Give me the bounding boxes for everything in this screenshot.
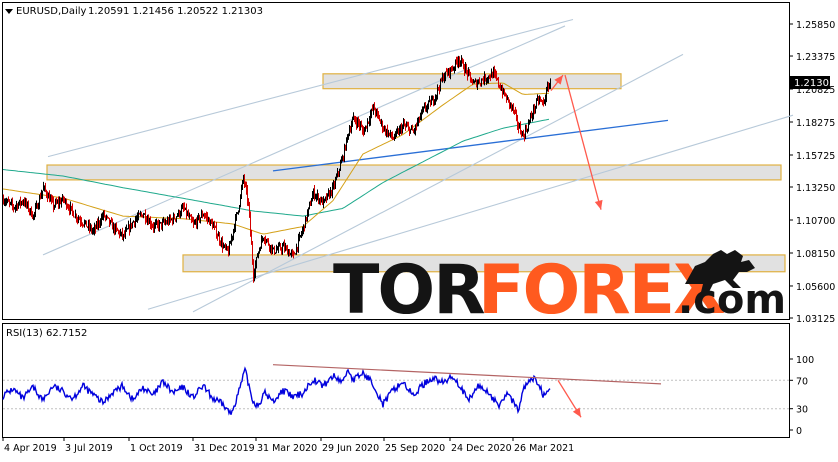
trendline-channel-2 [42, 25, 566, 256]
arrows-layer [550, 74, 603, 210]
price-tick-label-4: 1.15725 [796, 151, 835, 162]
moving-averages-layer [2, 82, 550, 235]
time-tick-label-7: 24 Dec 2020 [451, 443, 512, 454]
time-tick-label-0: 4 Apr 2019 [4, 443, 57, 454]
support-resistance-zone-2 [46, 164, 782, 181]
price-tick-label-5: 1.13250 [796, 183, 835, 194]
time-tick-label-6: 25 Sep 2020 [385, 443, 445, 454]
symbol-label: EURUSD,Daily [16, 6, 87, 17]
rsi-line [2, 366, 551, 416]
price-tick-label-7: 1.08150 [796, 249, 835, 260]
rsi-axis: 100 70 30 0 [789, 355, 814, 437]
chart-header: EURUSD,Daily 1.20591 1.21456 1.20522 1.2… [5, 6, 263, 17]
rsi-tick-label-1: 70 [796, 376, 808, 387]
ohlc-values: 1.20591 1.21456 1.20522 1.21303 [88, 6, 263, 17]
zones-layer [46, 73, 786, 273]
price-tick-label-3: 1.18275 [796, 118, 835, 129]
price-tick-label-9: 1.03125 [796, 314, 835, 325]
watermark-tor: TOR [333, 251, 484, 330]
price-tick-label-6: 1.10700 [796, 216, 835, 227]
price-tick-label-1: 1.23375 [796, 52, 835, 63]
forecast-arrow-2-head [594, 199, 603, 210]
rsi-tick-label-2: 30 [796, 405, 808, 416]
time-tick-label-5: 29 Jun 2020 [322, 443, 379, 454]
rsi-label: RSI(13) 62.7152 [6, 328, 87, 339]
forecast-arrow-2-shaft [564, 74, 602, 210]
time-tick-label-8: 26 Mar 2021 [514, 443, 574, 454]
ma-fast-line [2, 82, 550, 235]
watermark: TOR FOREX .com [333, 250, 786, 330]
current-price-tag: 1.21303 [790, 76, 835, 89]
time-tick-label-2: 1 Oct 2019 [130, 443, 183, 454]
time-tick-label-1: 3 Jul 2019 [65, 443, 113, 454]
rsi-trendline [272, 364, 662, 385]
chart-root: TOR FOREX .com 1.25850 1.23375 1.20825 1.18… [0, 0, 838, 458]
dropdown-triangle-icon[interactable] [5, 9, 13, 14]
price-tick-label-0: 1.25850 [796, 20, 835, 31]
time-axis: 4 Apr 2019 3 Jul 2019 1 Oct 2019 31 Dec 201… [2, 437, 574, 454]
time-tick-label-4: 31 Mar 2020 [257, 443, 317, 454]
rsi-layer [2, 364, 789, 418]
time-tick-label-3: 31 Dec 2019 [194, 443, 255, 454]
trading-chart: TOR FOREX .com 1.258501.233751.208251.18… [2, 2, 835, 454]
rsi-tick-label-3: 0 [796, 426, 802, 437]
rsi-tick-label-0: 100 [796, 355, 814, 366]
current-price-value: 1.21303 [794, 78, 835, 89]
price-axis: 1.258501.233751.208251.182751.157251.132… [789, 20, 835, 325]
price-tick-label-8: 1.05600 [796, 282, 835, 293]
